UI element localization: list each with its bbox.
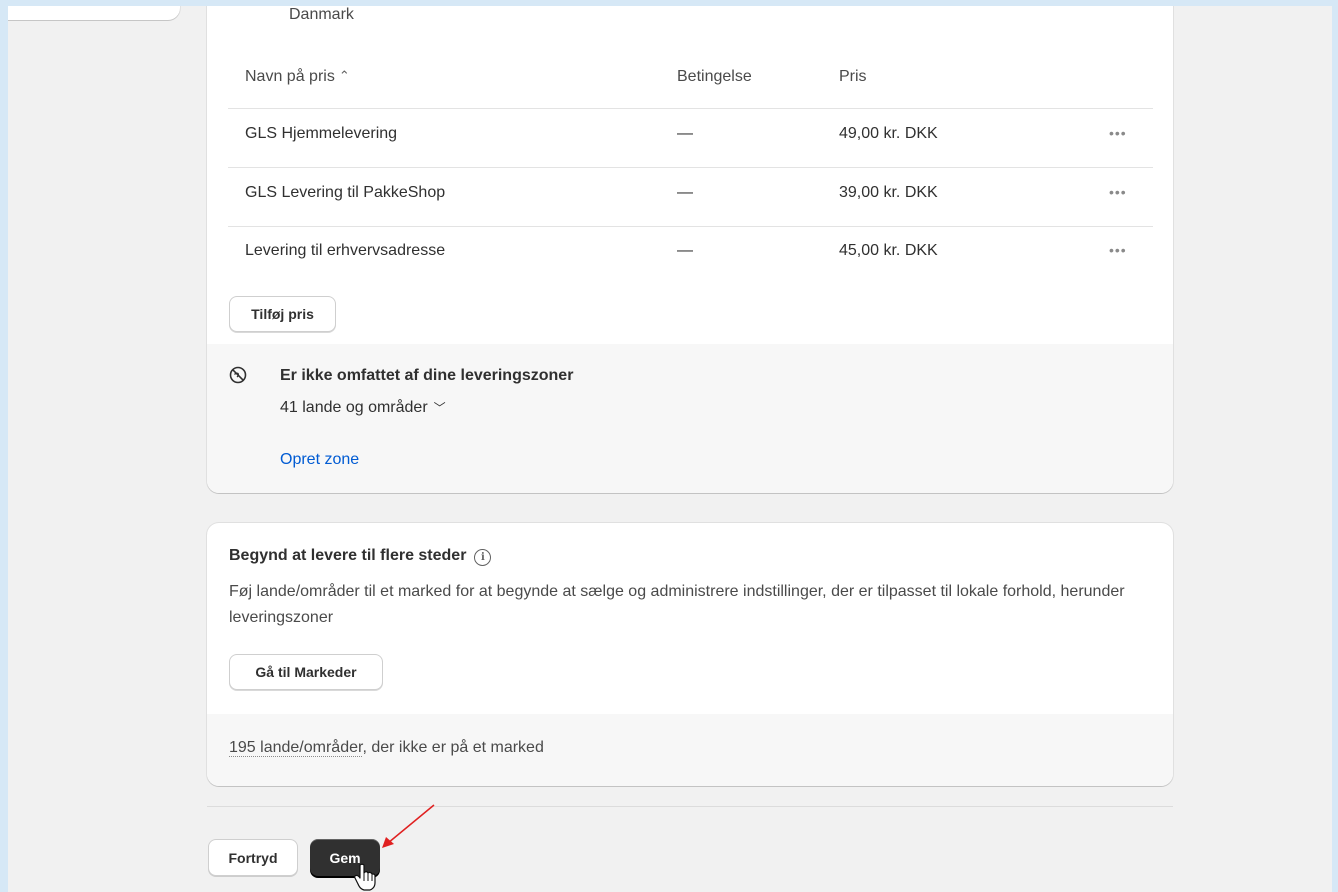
markets-title-text: Begynd at levere til flere steder xyxy=(229,547,467,564)
markets-footer: 195 lande/områder, der ikke er på et mar… xyxy=(207,714,1173,786)
info-icon[interactable]: i xyxy=(474,549,492,566)
markets-card: Begynd at levere til flere steder i Føj l… xyxy=(207,523,1173,786)
go-to-markets-button[interactable]: Gå til Markeder xyxy=(229,654,383,690)
ellipsis-icon[interactable]: ••• xyxy=(1109,242,1127,258)
ellipsis-icon[interactable]: ••• xyxy=(1109,184,1127,200)
markets-footer-rest: , der ikke er på et marked xyxy=(362,739,544,756)
rate-condition: — xyxy=(677,184,693,201)
add-price-button[interactable]: Tilføj pris xyxy=(229,296,336,332)
markets-title: Begynd at levere til flere steder i xyxy=(229,547,492,566)
header-name-label: Navn på pris xyxy=(245,68,335,85)
page: Danmark Navn på pris ⌃ Betingelse Pris GL… xyxy=(8,6,1332,892)
not-covered-title: Er ikke omfattet af dine leveringszoner xyxy=(280,367,574,384)
action-bar-divider xyxy=(207,806,1173,807)
cancel-button[interactable]: Fortryd xyxy=(208,839,298,876)
markets-description: Føj lande/områder til et marked for at b… xyxy=(229,583,1125,626)
header-price: Pris xyxy=(839,68,867,85)
create-zone-link[interactable]: Opret zone xyxy=(280,451,359,469)
countries-toggle[interactable]: 41 lande og områder ﹀ xyxy=(280,399,446,417)
unassigned-countries-link[interactable]: 195 lande/områder xyxy=(229,739,363,757)
rate-name: Levering til erhvervsadresse xyxy=(245,242,446,259)
rate-price: 45,00 kr. DKK xyxy=(839,242,938,259)
zone-country: Danmark xyxy=(289,6,354,23)
sidebar-card xyxy=(8,6,180,20)
rate-price: 49,00 kr. DKK xyxy=(839,125,938,142)
countries-count: 41 lande og områder xyxy=(280,399,428,416)
table-divider xyxy=(228,226,1153,227)
table-divider xyxy=(228,108,1153,109)
rate-name: GLS Hjemmelevering xyxy=(245,125,398,142)
rate-condition: — xyxy=(677,242,693,259)
chevron-down-icon: ﹀ xyxy=(433,401,446,415)
shipping-zone-card: Danmark Navn på pris ⌃ Betingelse Pris GL… xyxy=(207,6,1173,493)
globe-icon xyxy=(229,366,247,384)
rate-price: 39,00 kr. DKK xyxy=(839,184,938,201)
annotation-arrow-icon xyxy=(382,804,435,848)
sort-icon[interactable]: ⌃ xyxy=(339,68,350,84)
rate-name: GLS Levering til PakkeShop xyxy=(245,184,446,201)
markets-footer-text: 195 lande/områder, der ikke er på et mar… xyxy=(229,739,544,757)
hand-cursor-icon xyxy=(354,863,376,891)
rate-condition: — xyxy=(677,125,693,142)
header-condition: Betingelse xyxy=(677,68,752,85)
table-divider xyxy=(228,167,1153,168)
not-covered-section: Er ikke omfattet af dine leveringszoner … xyxy=(207,344,1173,493)
ellipsis-icon[interactable]: ••• xyxy=(1109,125,1127,141)
header-name[interactable]: Navn på pris ⌃ xyxy=(245,68,350,86)
